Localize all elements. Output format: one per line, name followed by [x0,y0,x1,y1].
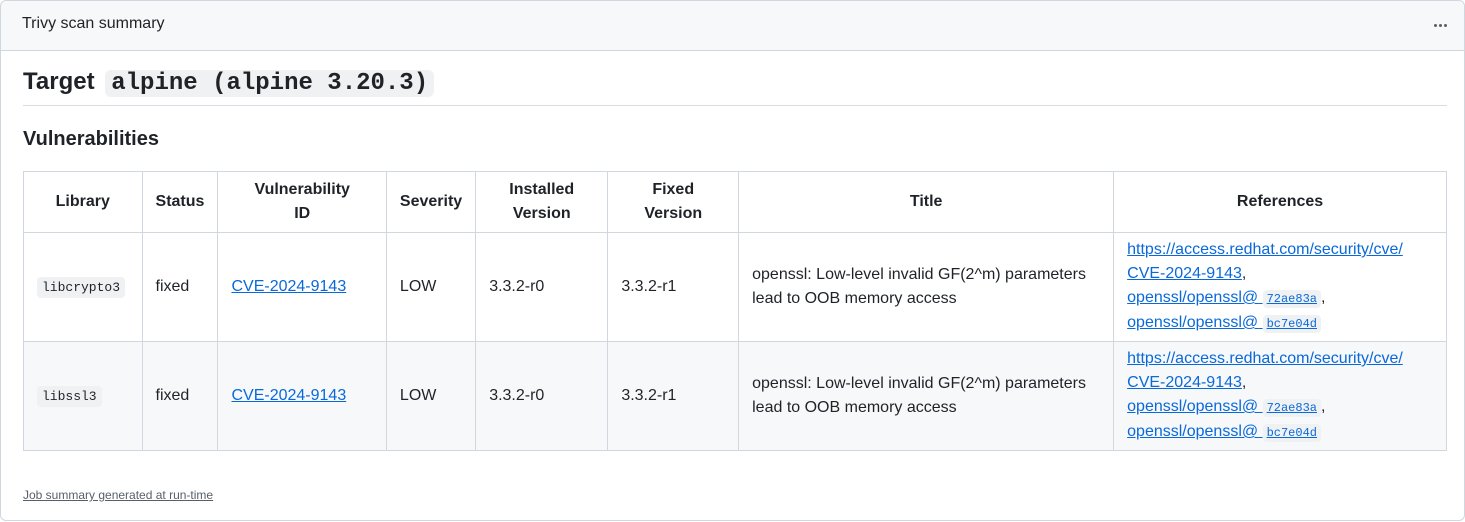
status-cell: fixed [141,232,219,342]
library-cell: libssl3 [23,341,143,451]
severity-cell: LOW [385,341,477,451]
commit-ref-link[interactable]: openssl/openssl@ 72ae83a [1127,289,1321,308]
title-cell: openssl: Low-level invalid GF(2^m) param… [738,232,1115,342]
references-cell: https://access.redhat.com/security/cve/C… [1113,232,1447,342]
commit-hash: bc7e04d [1262,424,1321,442]
vuln-id-cell: CVE-2024-9143 [217,232,387,342]
references-cell: https://access.redhat.com/security/cve/C… [1113,341,1447,451]
table-row: libssl3 fixed CVE-2024-9143 LOW 3.3.2-r0… [23,341,1447,451]
redhat-ref-cve: CVE-2024-9143 [1127,374,1242,391]
commit-hash: 72ae83a [1262,290,1321,308]
redhat-ref-link[interactable]: https://access.redhat.com/security/cve/C… [1127,241,1403,282]
redhat-ref-link[interactable]: https://access.redhat.com/security/cve/C… [1127,350,1403,391]
severity-cell: LOW [385,232,477,342]
vuln-id-link[interactable]: CVE-2024-9143 [231,278,346,295]
panel-header: Trivy scan summary [1,1,1464,51]
job-summary-panel: Trivy scan summary Target alpine (alpine… [0,0,1465,521]
target-prefix: Target [23,68,95,95]
target-heading: Target alpine (alpine 3.20.3) [23,67,435,99]
table-header-row: Library Status Vulnerability ID Severity… [23,171,1447,233]
redhat-ref-text: https://access.redhat.com/security/cve/ [1127,241,1403,258]
status-cell: fixed [141,341,219,451]
col-library: Library [23,171,143,233]
table-row: libcrypto3 fixed CVE-2024-9143 LOW 3.3.2… [23,232,1447,342]
installed-version-cell: 3.3.2-r0 [475,341,609,451]
col-installed-version: Installed Version [475,171,609,233]
title-cell: openssl: Low-level invalid GF(2^m) param… [738,341,1115,451]
commit-ref-link[interactable]: openssl/openssl@ bc7e04d [1127,314,1321,333]
redhat-ref-cve: CVE-2024-9143 [1127,265,1242,282]
panel-title: Trivy scan summary [22,15,165,32]
job-summary-footer-link[interactable]: Job summary generated at run-time [23,488,213,502]
kebab-menu-icon[interactable] [1430,13,1450,37]
commit-ref-text: openssl/openssl@ [1127,314,1259,331]
installed-version-cell: 3.3.2-r0 [475,232,609,342]
col-status: Status [141,171,219,233]
vulnerabilities-heading: Vulnerabilities [23,128,159,150]
vuln-id-cell: CVE-2024-9143 [217,341,387,451]
col-severity: Severity [385,171,477,233]
col-title: Title [738,171,1115,233]
col-fixed-version: Fixed Version [607,171,740,233]
fixed-version-cell: 3.3.2-r1 [607,232,740,342]
library-name: libssl3 [37,385,102,407]
commit-ref-text: openssl/openssl@ [1127,423,1259,440]
commit-ref-text: openssl/openssl@ [1127,398,1259,415]
vuln-id-link[interactable]: CVE-2024-9143 [231,387,346,404]
library-cell: libcrypto3 [23,232,143,342]
vulnerabilities-table: Library Status Vulnerability ID Severity… [23,171,1447,451]
commit-ref-link[interactable]: openssl/openssl@ bc7e04d [1127,423,1321,442]
commit-hash: bc7e04d [1262,315,1321,333]
col-references: References [1113,171,1447,233]
heading-divider [23,105,1447,106]
commit-hash: 72ae83a [1262,399,1321,417]
fixed-version-cell: 3.3.2-r1 [607,341,740,451]
commit-ref-link[interactable]: openssl/openssl@ 72ae83a [1127,398,1321,417]
target-name: alpine (alpine 3.20.3) [105,70,435,97]
col-vulnerability-id: Vulnerability ID [217,171,387,233]
library-name: libcrypto3 [37,276,126,298]
redhat-ref-text: https://access.redhat.com/security/cve/ [1127,350,1403,367]
commit-ref-text: openssl/openssl@ [1127,289,1259,306]
